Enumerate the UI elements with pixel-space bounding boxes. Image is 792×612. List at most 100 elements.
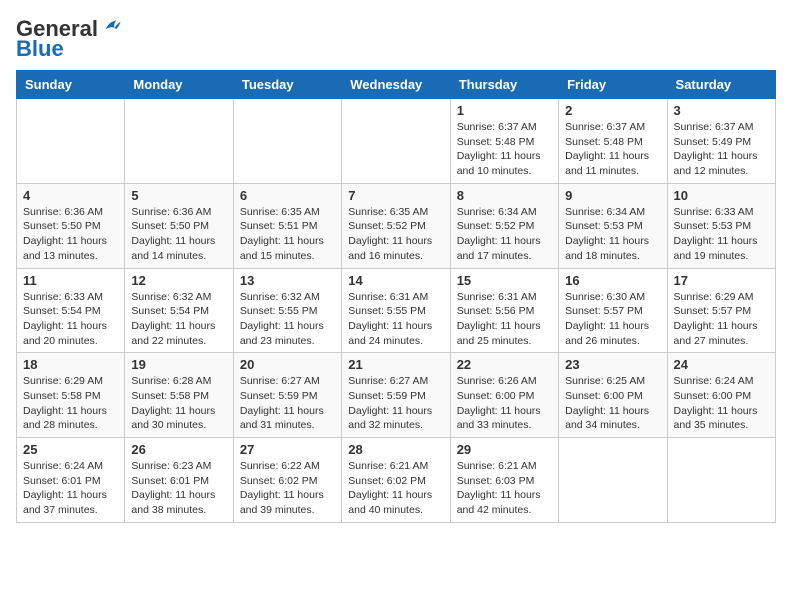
weekday-header-row: SundayMondayTuesdayWednesdayThursdayFrid… [17,71,776,99]
day-number: 7 [348,188,443,203]
day-number: 17 [674,273,769,288]
weekday-header-wednesday: Wednesday [342,71,450,99]
page-header: General Blue [16,16,776,62]
day-info: Sunrise: 6:26 AM Sunset: 6:00 PM Dayligh… [457,374,552,433]
day-info: Sunrise: 6:37 AM Sunset: 5:48 PM Dayligh… [457,120,552,179]
day-info: Sunrise: 6:22 AM Sunset: 6:02 PM Dayligh… [240,459,335,518]
day-number: 6 [240,188,335,203]
day-number: 26 [131,442,226,457]
day-number: 24 [674,357,769,372]
calendar-cell: 15 Sunrise: 6:31 AM Sunset: 5:56 PM Dayli… [450,268,558,353]
day-info: Sunrise: 6:37 AM Sunset: 5:48 PM Dayligh… [565,120,660,179]
day-info: Sunrise: 6:25 AM Sunset: 6:00 PM Dayligh… [565,374,660,433]
day-number: 15 [457,273,552,288]
calendar-week-3: 11 Sunrise: 6:33 AM Sunset: 5:54 PM Dayli… [17,268,776,353]
day-info: Sunrise: 6:35 AM Sunset: 5:51 PM Dayligh… [240,205,335,264]
calendar-week-5: 25 Sunrise: 6:24 AM Sunset: 6:01 PM Dayli… [17,438,776,523]
day-info: Sunrise: 6:21 AM Sunset: 6:02 PM Dayligh… [348,459,443,518]
day-number: 11 [23,273,118,288]
day-info: Sunrise: 6:27 AM Sunset: 5:59 PM Dayligh… [240,374,335,433]
day-info: Sunrise: 6:36 AM Sunset: 5:50 PM Dayligh… [23,205,118,264]
day-info: Sunrise: 6:24 AM Sunset: 6:00 PM Dayligh… [674,374,769,433]
calendar-cell: 20 Sunrise: 6:27 AM Sunset: 5:59 PM Dayli… [233,353,341,438]
calendar-cell: 29 Sunrise: 6:21 AM Sunset: 6:03 PM Dayli… [450,438,558,523]
day-number: 10 [674,188,769,203]
day-number: 14 [348,273,443,288]
weekday-header-thursday: Thursday [450,71,558,99]
day-info: Sunrise: 6:31 AM Sunset: 5:56 PM Dayligh… [457,290,552,349]
calendar-header: SundayMondayTuesdayWednesdayThursdayFrid… [17,71,776,99]
calendar-cell: 10 Sunrise: 6:33 AM Sunset: 5:53 PM Dayli… [667,183,775,268]
day-number: 8 [457,188,552,203]
logo-blue-text: Blue [16,36,64,62]
weekday-header-sunday: Sunday [17,71,125,99]
calendar-cell: 13 Sunrise: 6:32 AM Sunset: 5:55 PM Dayli… [233,268,341,353]
calendar-cell: 11 Sunrise: 6:33 AM Sunset: 5:54 PM Dayli… [17,268,125,353]
calendar-cell: 21 Sunrise: 6:27 AM Sunset: 5:59 PM Dayli… [342,353,450,438]
calendar-cell: 5 Sunrise: 6:36 AM Sunset: 5:50 PM Daylig… [125,183,233,268]
day-number: 13 [240,273,335,288]
calendar-week-1: 1 Sunrise: 6:37 AM Sunset: 5:48 PM Daylig… [17,99,776,184]
weekday-header-saturday: Saturday [667,71,775,99]
calendar-cell [559,438,667,523]
calendar-cell: 27 Sunrise: 6:22 AM Sunset: 6:02 PM Dayli… [233,438,341,523]
day-number: 16 [565,273,660,288]
day-number: 2 [565,103,660,118]
day-number: 20 [240,357,335,372]
day-number: 9 [565,188,660,203]
day-info: Sunrise: 6:34 AM Sunset: 5:53 PM Dayligh… [565,205,660,264]
calendar-cell [667,438,775,523]
day-number: 3 [674,103,769,118]
calendar-cell: 25 Sunrise: 6:24 AM Sunset: 6:01 PM Dayli… [17,438,125,523]
calendar-cell: 23 Sunrise: 6:25 AM Sunset: 6:00 PM Dayli… [559,353,667,438]
calendar-cell: 28 Sunrise: 6:21 AM Sunset: 6:02 PM Dayli… [342,438,450,523]
calendar-cell: 4 Sunrise: 6:36 AM Sunset: 5:50 PM Daylig… [17,183,125,268]
calendar-cell: 8 Sunrise: 6:34 AM Sunset: 5:52 PM Daylig… [450,183,558,268]
day-info: Sunrise: 6:23 AM Sunset: 6:01 PM Dayligh… [131,459,226,518]
calendar-cell [233,99,341,184]
calendar-cell [17,99,125,184]
day-info: Sunrise: 6:34 AM Sunset: 5:52 PM Dayligh… [457,205,552,264]
calendar-week-4: 18 Sunrise: 6:29 AM Sunset: 5:58 PM Dayli… [17,353,776,438]
day-info: Sunrise: 6:36 AM Sunset: 5:50 PM Dayligh… [131,205,226,264]
day-info: Sunrise: 6:32 AM Sunset: 5:55 PM Dayligh… [240,290,335,349]
day-info: Sunrise: 6:33 AM Sunset: 5:54 PM Dayligh… [23,290,118,349]
calendar-cell: 24 Sunrise: 6:24 AM Sunset: 6:00 PM Dayli… [667,353,775,438]
day-number: 12 [131,273,226,288]
calendar-week-2: 4 Sunrise: 6:36 AM Sunset: 5:50 PM Daylig… [17,183,776,268]
weekday-header-tuesday: Tuesday [233,71,341,99]
calendar-cell: 17 Sunrise: 6:29 AM Sunset: 5:57 PM Dayli… [667,268,775,353]
calendar-table: SundayMondayTuesdayWednesdayThursdayFrid… [16,70,776,523]
calendar-cell: 9 Sunrise: 6:34 AM Sunset: 5:53 PM Daylig… [559,183,667,268]
day-number: 27 [240,442,335,457]
day-number: 4 [23,188,118,203]
day-number: 29 [457,442,552,457]
day-info: Sunrise: 6:29 AM Sunset: 5:58 PM Dayligh… [23,374,118,433]
calendar-cell: 22 Sunrise: 6:26 AM Sunset: 6:00 PM Dayli… [450,353,558,438]
day-info: Sunrise: 6:30 AM Sunset: 5:57 PM Dayligh… [565,290,660,349]
day-info: Sunrise: 6:29 AM Sunset: 5:57 PM Dayligh… [674,290,769,349]
day-number: 5 [131,188,226,203]
day-number: 23 [565,357,660,372]
calendar-cell: 1 Sunrise: 6:37 AM Sunset: 5:48 PM Daylig… [450,99,558,184]
day-number: 18 [23,357,118,372]
calendar-cell: 12 Sunrise: 6:32 AM Sunset: 5:54 PM Dayli… [125,268,233,353]
calendar-cell [342,99,450,184]
day-number: 22 [457,357,552,372]
weekday-header-monday: Monday [125,71,233,99]
day-info: Sunrise: 6:21 AM Sunset: 6:03 PM Dayligh… [457,459,552,518]
day-number: 25 [23,442,118,457]
day-number: 21 [348,357,443,372]
day-number: 28 [348,442,443,457]
day-info: Sunrise: 6:24 AM Sunset: 6:01 PM Dayligh… [23,459,118,518]
logo: General Blue [16,16,122,62]
day-info: Sunrise: 6:27 AM Sunset: 5:59 PM Dayligh… [348,374,443,433]
calendar-cell: 3Sunrise: 6:37 AM Sunset: 5:49 PM Daylig… [667,99,775,184]
day-info: Sunrise: 6:35 AM Sunset: 5:52 PM Dayligh… [348,205,443,264]
day-info: Sunrise: 6:33 AM Sunset: 5:53 PM Dayligh… [674,205,769,264]
day-number: 19 [131,357,226,372]
calendar-cell: 19Sunrise: 6:28 AM Sunset: 5:58 PM Dayli… [125,353,233,438]
day-info: Sunrise: 6:32 AM Sunset: 5:54 PM Dayligh… [131,290,226,349]
day-number: 1 [457,103,552,118]
calendar-cell: 6 Sunrise: 6:35 AM Sunset: 5:51 PM Daylig… [233,183,341,268]
